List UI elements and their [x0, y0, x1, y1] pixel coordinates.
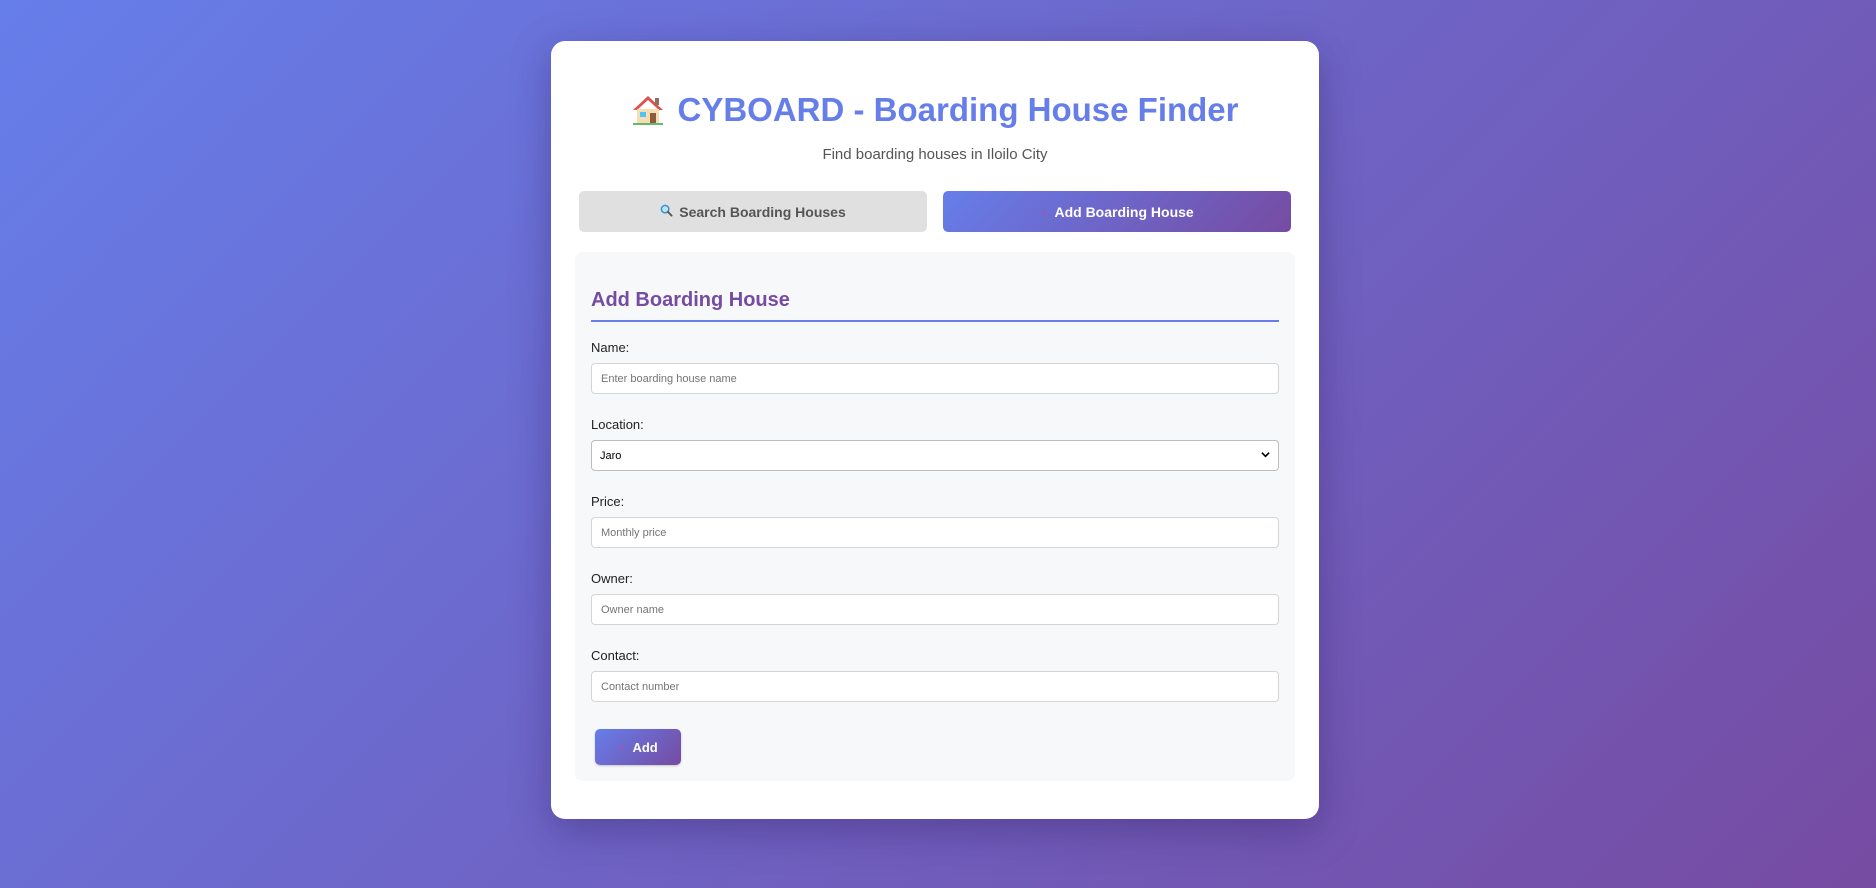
form-title: Add Boarding House — [591, 288, 1279, 322]
plus-icon: + — [1040, 203, 1049, 220]
plus-icon: + — [618, 739, 627, 755]
add-button-label: Add — [632, 739, 658, 755]
contact-input[interactable] — [591, 671, 1279, 702]
price-input[interactable] — [591, 517, 1279, 548]
owner-label: Owner: — [591, 571, 633, 586]
tab-add-boarding-house[interactable]: + Add Boarding House — [943, 191, 1291, 232]
location-label: Location: — [591, 417, 644, 432]
name-field-group: Name: — [591, 340, 1279, 394]
contact-label: Contact: — [591, 648, 640, 663]
price-field-group: Price: — [591, 494, 1279, 548]
tab-search-label: Search Boarding Houses — [679, 203, 846, 220]
location-selected-value: Jaro — [600, 449, 622, 462]
add-boarding-house-panel: Add Boarding House Name: Location: Jaro … — [575, 252, 1295, 781]
price-label: Price: — [591, 494, 625, 509]
header: CYBOARD - Boarding House Finder Find boa… — [575, 41, 1295, 164]
name-label: Name: — [591, 340, 630, 355]
location-field-group: Location: Jaro — [591, 417, 1279, 471]
page-title-text: CYBOARD - Boarding House Finder — [677, 91, 1239, 128]
tab-search-boarding-houses[interactable]: Search Boarding Houses — [579, 191, 927, 232]
contact-field-group: Contact: — [591, 648, 1279, 702]
app-card: CYBOARD - Boarding House Finder Find boa… — [551, 41, 1319, 819]
tab-add-label: Add Boarding House — [1054, 203, 1194, 220]
page-title: CYBOARD - Boarding House Finder — [575, 90, 1295, 130]
page-subtitle: Find boarding houses in Iloilo City — [822, 146, 1048, 163]
name-input[interactable] — [591, 363, 1279, 394]
chevron-down-icon — [1261, 450, 1270, 462]
owner-field-group: Owner: — [591, 571, 1279, 625]
location-select[interactable]: Jaro — [591, 440, 1279, 471]
tab-bar: Search Boarding Houses + Add Boarding Ho… — [575, 191, 1295, 232]
add-button[interactable]: + Add — [595, 729, 681, 765]
owner-input[interactable] — [591, 594, 1279, 625]
house-icon — [631, 93, 665, 127]
magnifier-icon — [660, 204, 673, 220]
